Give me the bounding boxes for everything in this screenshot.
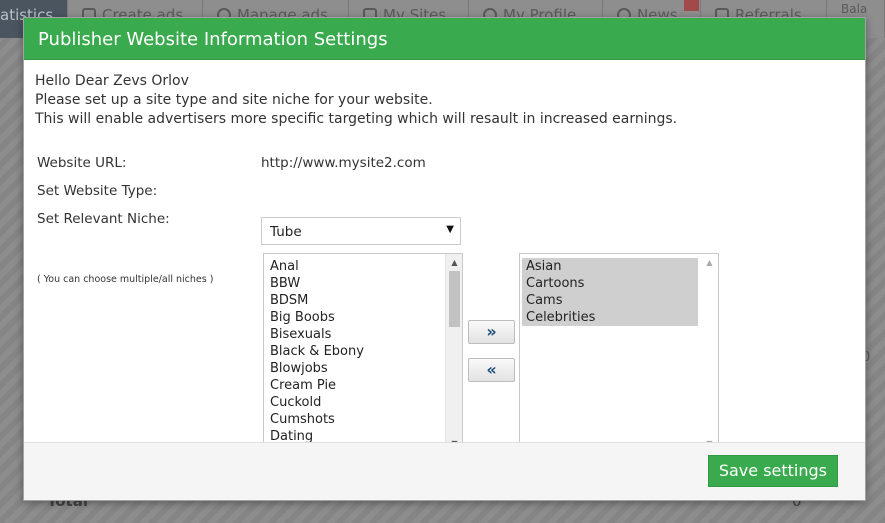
greeting-text: Hello Dear Zevs Orlov <box>35 73 189 89</box>
list-item[interactable]: BDSM <box>266 292 444 309</box>
list-item[interactable]: Cumshots <box>266 411 444 428</box>
intro-text: Hello Dear Zevs Orlov Please set up a si… <box>35 72 677 129</box>
instruction-text: Please set up a site type and site niche… <box>35 92 433 108</box>
list-item[interactable]: Cartoons <box>522 275 698 292</box>
save-settings-button[interactable]: Save settings <box>707 455 838 487</box>
list-item[interactable]: Anal <box>266 258 444 275</box>
list-item[interactable]: Big Boobs <box>266 309 444 326</box>
benefit-text: This will enable advertisers more specif… <box>35 111 678 127</box>
website-url-label: Website URL: <box>37 155 127 171</box>
list-item[interactable]: BBW <box>266 275 444 292</box>
news-badge <box>684 0 699 11</box>
website-url-value: http://www.mysite2.com <box>261 155 426 171</box>
modal-title: Publisher Website Information Settings <box>24 18 865 60</box>
list-item[interactable]: Cream Pie <box>266 377 444 394</box>
modal-footer: Save settings <box>24 442 865 500</box>
scroll-thumb[interactable] <box>449 271 460 327</box>
available-list-scrollbar[interactable]: ▲ ▼ <box>445 254 462 452</box>
list-item[interactable]: Blowjobs <box>266 360 444 377</box>
website-type-label: Set Website Type: <box>37 183 158 199</box>
available-niches-list[interactable]: Anal BBW BDSM Big Boobs Bisexuals Black & Ebo… <box>263 253 463 453</box>
website-type-value: Tube <box>270 224 302 240</box>
list-item[interactable]: Asian <box>522 258 698 275</box>
niche-label: Set Relevant Niche: <box>37 211 170 227</box>
add-niche-button[interactable]: » <box>468 320 515 344</box>
nav-balance-label: Bala <box>841 2 868 16</box>
selected-niches-list[interactable]: AsianCartoonsCamsCelebrities ▲ ▼ <box>519 253 719 453</box>
selected-list-scrollbar[interactable]: ▲ ▼ <box>701 254 718 452</box>
scroll-up-icon[interactable]: ▲ <box>446 254 462 271</box>
list-item[interactable]: Celebrities <box>522 309 698 326</box>
modal-body: Hello Dear Zevs Orlov Please set up a si… <box>24 60 865 453</box>
remove-niche-button[interactable]: « <box>468 358 515 382</box>
website-type-select[interactable]: Tube ▼ <box>261 217 461 245</box>
list-item[interactable]: Bisexuals <box>266 326 444 343</box>
list-item[interactable]: Black & Ebony <box>266 343 444 360</box>
list-item[interactable]: Cams <box>522 292 698 309</box>
niche-hint: ( You can choose multiple/all niches ) <box>37 274 214 285</box>
dropdown-arrow-icon: ▼ <box>446 224 454 235</box>
scroll-up-icon[interactable]: ▲ <box>701 254 718 271</box>
list-item[interactable]: Cuckold <box>266 394 444 411</box>
settings-modal: Publisher Website Information Settings H… <box>23 17 866 501</box>
